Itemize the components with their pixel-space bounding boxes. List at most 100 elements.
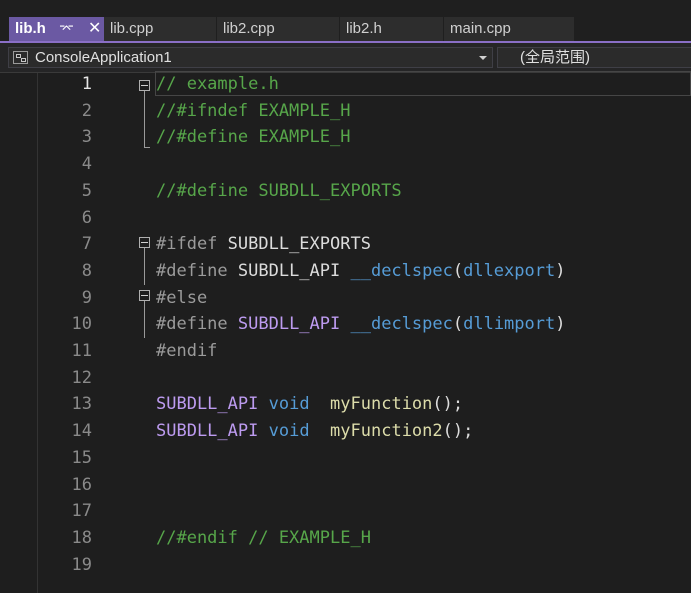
line-number: 2	[81, 100, 92, 121]
tab-label: lib.cpp	[110, 20, 154, 37]
line-number: 8	[81, 260, 92, 281]
code-line[interactable]: 14 SUBDLL_API void myFunction2();	[0, 418, 691, 445]
line-number: 9	[81, 287, 92, 308]
project-icon	[13, 51, 28, 64]
code-line[interactable]: 10 #define SUBDLL_API __declspec(dllimpor…	[0, 311, 691, 338]
code-line[interactable]: 2 //#ifndef EXAMPLE_H	[0, 98, 691, 125]
code-text[interactable]: //#endif // EXAMPLE_H	[156, 525, 371, 552]
token-keyword: __declspec	[350, 314, 453, 335]
line-number: 17	[71, 501, 92, 522]
close-icon[interactable]: ✕	[88, 17, 101, 41]
token-text: ();	[442, 421, 474, 442]
code-line[interactable]: 9 #else	[0, 285, 691, 312]
line-number: 3	[81, 127, 92, 148]
tab-label: lib2.cpp	[223, 20, 275, 37]
code-line[interactable]: 3 //#define EXAMPLE_H	[0, 124, 691, 151]
token-text: (	[452, 314, 464, 335]
code-text[interactable]: #else	[156, 285, 207, 312]
code-line[interactable]: 19	[0, 552, 691, 579]
token-text: )	[555, 260, 566, 281]
tab-lib2-h[interactable]: lib2.h	[340, 17, 443, 41]
code-line[interactable]: 8 #define SUBDLL_API __declspec(dllexport…	[0, 258, 691, 285]
code-editor[interactable]: 1 // example.h 2 //#ifndef EXAMPLE_H 3 //#def…	[0, 71, 691, 593]
token-macro: SUBDLL_API	[237, 314, 341, 335]
chevron-down-icon[interactable]	[479, 56, 487, 60]
navigation-bar: ConsoleApplication1 (全局范围)	[0, 43, 691, 73]
project-scope-dropdown[interactable]: ConsoleApplication1	[8, 47, 493, 68]
tab-lib-cpp[interactable]: lib.cpp	[104, 17, 216, 41]
code-line[interactable]: 17	[0, 498, 691, 525]
code-line[interactable]: 4	[0, 151, 691, 178]
line-number: 13	[71, 394, 92, 415]
token-keyword: void	[268, 394, 310, 415]
token-preprocessor: #define	[156, 314, 238, 335]
line-number: 7	[81, 234, 92, 255]
document-tab-strip: lib.h ⌤ ✕ lib.cpp lib2.cpp lib2.h main.c…	[0, 0, 691, 43]
line-number: 10	[71, 314, 92, 335]
code-text[interactable]: SUBDLL_API void myFunction2();	[156, 418, 473, 445]
token-function: myFunction2	[330, 421, 443, 442]
code-line[interactable]: 13 SUBDLL_API void myFunction();	[0, 391, 691, 418]
token-comment: //#define SUBDLL_EXPORTS	[156, 180, 402, 201]
line-number: 12	[71, 367, 92, 388]
token-text: SUBDLL_API	[237, 260, 351, 281]
code-text[interactable]: #define SUBDLL_API __declspec(dllimport)	[156, 311, 565, 338]
code-line[interactable]: 5 //#define SUBDLL_EXPORTS	[0, 178, 691, 205]
code-line[interactable]: 18 //#endif // EXAMPLE_H	[0, 525, 691, 552]
line-number: 19	[71, 554, 92, 575]
code-text[interactable]: #ifdef SUBDLL_EXPORTS	[156, 231, 371, 258]
token-macro: SUBDLL_API	[156, 421, 259, 442]
token-text: ();	[432, 394, 464, 415]
line-number: 4	[81, 154, 92, 175]
tab-label: lib.h	[15, 20, 46, 37]
line-number: 14	[71, 421, 92, 442]
token-text: )	[555, 314, 566, 335]
token-preprocessor: #define	[156, 260, 238, 281]
token-keyword: dllexport	[463, 260, 556, 281]
token-preprocessor: #else	[156, 287, 208, 308]
line-number: 11	[71, 341, 92, 361]
line-number: 18	[71, 527, 92, 548]
tab-main-cpp[interactable]: main.cpp	[444, 17, 574, 41]
code-line[interactable]: 6	[0, 205, 691, 232]
code-text[interactable]: #endif	[156, 338, 217, 365]
line-number: 1	[81, 74, 92, 94]
code-text[interactable]: //#ifndef EXAMPLE_H	[156, 98, 350, 125]
token-comment: //#ifndef EXAMPLE_H	[156, 100, 351, 121]
code-line[interactable]: 7 #ifdef SUBDLL_EXPORTS	[0, 231, 691, 258]
pin-icon[interactable]: ⌤	[59, 17, 74, 41]
token-function: myFunction	[330, 394, 433, 415]
token-text: SUBDLL_EXPORTS	[227, 234, 371, 255]
member-scope-dropdown[interactable]: (全局范围)	[497, 47, 691, 68]
code-text[interactable]: #define SUBDLL_API __declspec(dllexport)	[156, 258, 565, 285]
token-comment: // example.h	[156, 74, 279, 94]
member-scope-label: (全局范围)	[520, 49, 590, 66]
token-comment: //#define EXAMPLE_H	[156, 127, 351, 148]
code-line[interactable]: 15	[0, 445, 691, 472]
token-text: (	[452, 260, 464, 281]
token-keyword: dllimport	[463, 314, 556, 335]
token-keyword: void	[268, 421, 310, 442]
tab-lib2-cpp[interactable]: lib2.cpp	[217, 17, 339, 41]
code-text[interactable]: // example.h	[156, 71, 279, 98]
line-number: 5	[81, 180, 92, 201]
code-line[interactable]: 11 #endif	[0, 338, 691, 365]
tab-lib-h[interactable]: lib.h ⌤ ✕	[9, 17, 104, 41]
tab-label: main.cpp	[450, 20, 511, 37]
token-preprocessor: #endif	[156, 341, 218, 361]
token-comment: //#endif // EXAMPLE_H	[156, 527, 371, 548]
code-text[interactable]: //#define SUBDLL_EXPORTS	[156, 178, 402, 205]
code-text[interactable]: SUBDLL_API void myFunction();	[156, 391, 463, 418]
token-preprocessor: #ifdef	[156, 234, 228, 255]
code-line[interactable]: 1 // example.h	[0, 71, 691, 98]
code-line[interactable]: 12	[0, 365, 691, 392]
token-keyword: __declspec	[350, 260, 453, 281]
code-line[interactable]: 16	[0, 472, 691, 499]
line-number: 6	[81, 207, 92, 228]
code-text[interactable]: //#define EXAMPLE_H	[156, 124, 350, 151]
